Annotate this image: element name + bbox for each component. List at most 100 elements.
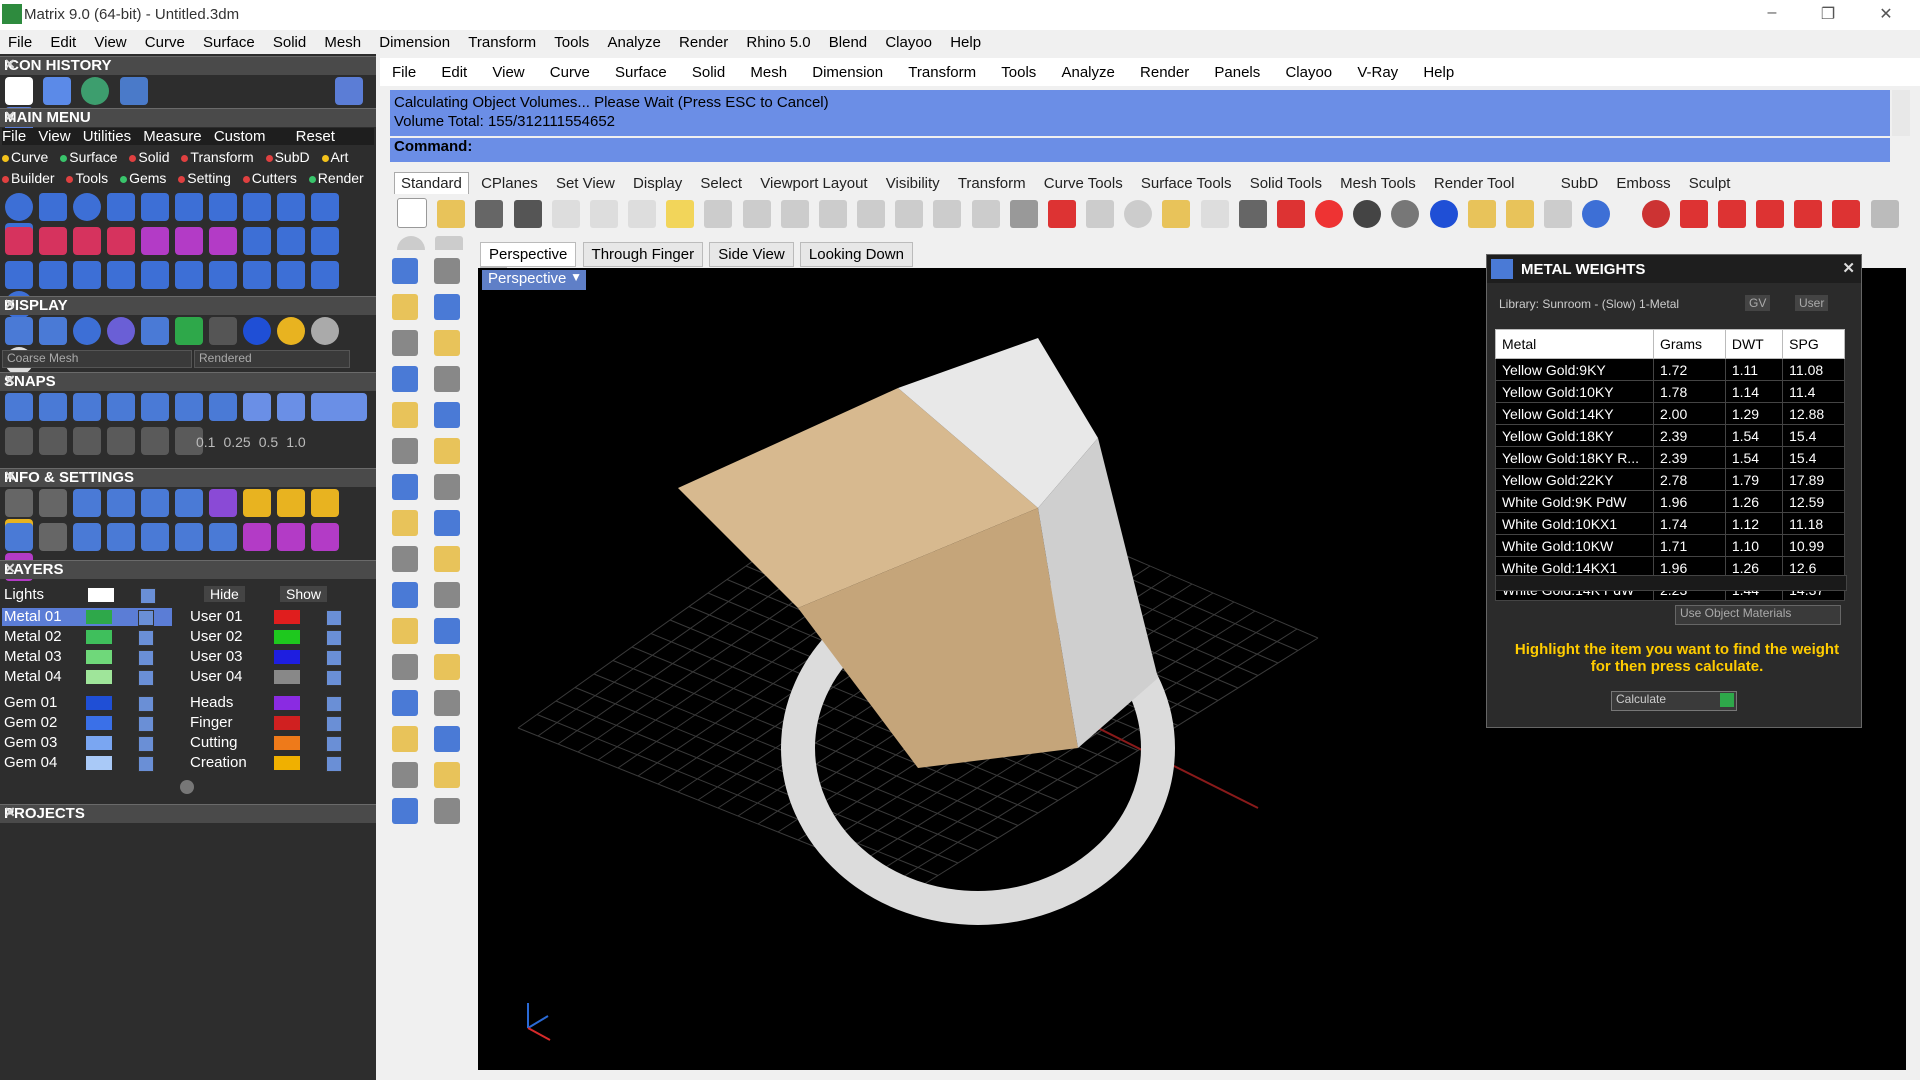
- table-row[interactable]: Yellow Gold:22KY 2.78 1.79 17.89: [1495, 468, 1845, 491]
- printer-icon[interactable]: [73, 489, 101, 517]
- flow-icon[interactable]: [209, 261, 237, 289]
- cage-icon[interactable]: [243, 261, 271, 289]
- subd-sphere-icon[interactable]: [1641, 200, 1670, 228]
- layer-visibility-icon[interactable]: [138, 716, 154, 732]
- layer-color-swatch[interactable]: [86, 630, 112, 644]
- mm-gems[interactable]: Gems: [120, 170, 166, 186]
- layer-visibility-icon[interactable]: [138, 736, 154, 752]
- mm-file[interactable]: File: [2, 128, 26, 145]
- move-view-icon[interactable]: [780, 200, 809, 228]
- mm-subd[interactable]: SubD: [265, 149, 310, 165]
- control-point-icon[interactable]: [434, 294, 460, 320]
- hide-button[interactable]: Hide: [204, 586, 245, 602]
- tab-emboss[interactable]: Emboss: [1610, 173, 1676, 194]
- move-icon[interactable]: [141, 261, 169, 289]
- menu-file[interactable]: File: [8, 30, 32, 51]
- open-icon[interactable]: [437, 200, 466, 228]
- curve-tool-icon[interactable]: [39, 193, 67, 221]
- layer-row[interactable]: Heads: [190, 694, 370, 712]
- snap-cen-icon[interactable]: [141, 393, 169, 421]
- layer-visibility-icon[interactable]: [138, 696, 154, 712]
- matrix-icon[interactable]: [43, 77, 72, 105]
- rectangle-icon[interactable]: [434, 330, 460, 356]
- layer-row[interactable]: Metal 03: [2, 648, 172, 666]
- tab-visibility[interactable]: Visibility: [880, 173, 946, 194]
- grid-snap-icon[interactable]: [1086, 200, 1115, 228]
- snap-end-icon[interactable]: [5, 393, 33, 421]
- edit-icon[interactable]: [175, 489, 203, 517]
- menu-mesh[interactable]: Mesh: [324, 30, 361, 51]
- menu-clayoo[interactable]: Clayoo: [885, 30, 932, 51]
- layer-color-swatch[interactable]: [274, 696, 300, 710]
- viewport-label[interactable]: Perspective ▼: [482, 270, 586, 290]
- layer-color-swatch[interactable]: [274, 670, 300, 684]
- tab-transform[interactable]: Transform: [952, 173, 1032, 194]
- twist-icon[interactable]: [73, 261, 101, 289]
- close-icon[interactable]: ✕: [1842, 259, 1855, 277]
- car-icon[interactable]: [1047, 200, 1076, 228]
- close-icon[interactable]: ✕: [1866, 4, 1906, 26]
- select-arrow-icon[interactable]: [392, 258, 418, 284]
- layer-row[interactable]: User 02: [190, 628, 370, 646]
- new-icon[interactable]: [397, 198, 427, 228]
- stretch-icon[interactable]: [175, 261, 203, 289]
- layer-visibility-icon[interactable]: [326, 736, 342, 752]
- menu-dimension[interactable]: Dimension: [379, 30, 450, 51]
- export-icon[interactable]: [311, 489, 339, 517]
- zoom-extents-icon[interactable]: [895, 200, 924, 228]
- layer-row[interactable]: User 01: [190, 608, 370, 626]
- viewport-tab-side-view[interactable]: Side View: [709, 242, 794, 267]
- menu-transform[interactable]: Transform: [468, 30, 536, 51]
- circle-icon[interactable]: [392, 330, 418, 356]
- column-header-spg[interactable]: SPG: [1782, 329, 1845, 359]
- tab-select[interactable]: Select: [694, 173, 748, 194]
- shaded-sphere-icon[interactable]: [1391, 200, 1420, 228]
- checkmark-icon[interactable]: [434, 762, 460, 788]
- extrude-icon[interactable]: [434, 474, 460, 500]
- scale-icon[interactable]: [107, 261, 135, 289]
- mm-reset[interactable]: Reset: [296, 128, 335, 145]
- layer-visibility-icon[interactable]: [138, 670, 154, 686]
- layer-row[interactable]: Metal 02: [2, 628, 172, 646]
- paste-icon[interactable]: [666, 200, 695, 228]
- layer-color-swatch[interactable]: [274, 756, 300, 770]
- smarttrack-icon[interactable]: [107, 427, 135, 455]
- color-wheel-icon[interactable]: [1315, 200, 1344, 228]
- curve-drag-icon[interactable]: [392, 618, 418, 644]
- layer-color-swatch[interactable]: [274, 736, 300, 750]
- check-icon[interactable]: [243, 227, 271, 255]
- tab-cplanes[interactable]: CPlanes: [475, 173, 544, 194]
- menu-analyze[interactable]: Analyze: [607, 30, 660, 51]
- user-toggle[interactable]: User: [1795, 295, 1829, 311]
- wireframe-icon[interactable]: [5, 317, 33, 345]
- table-row[interactable]: White Gold:9K PdW 1.96 1.26 12.59: [1495, 490, 1845, 513]
- shaded-icon[interactable]: [39, 317, 67, 345]
- rhino-menu-render[interactable]: Render: [1140, 64, 1189, 81]
- cube-icon[interactable]: [73, 523, 101, 551]
- tab-surface-tools[interactable]: Surface Tools: [1135, 173, 1238, 194]
- subd-bend-icon[interactable]: [1794, 200, 1823, 228]
- print-icon[interactable]: [513, 200, 542, 228]
- folder-icon[interactable]: [119, 77, 148, 105]
- scale-icon[interactable]: [434, 654, 460, 680]
- mm-setting[interactable]: Setting: [178, 170, 231, 186]
- snap-point-icon[interactable]: [73, 393, 101, 421]
- ring-tool-icon[interactable]: [73, 193, 101, 221]
- rhino-menu-transform[interactable]: Transform: [908, 64, 976, 81]
- layer-color-swatch[interactable]: [86, 650, 112, 664]
- drag-icon[interactable]: [5, 261, 33, 289]
- layer-row[interactable]: Metal 01: [2, 608, 172, 626]
- gumball-icon[interactable]: [141, 427, 169, 455]
- shell-icon[interactable]: [311, 227, 339, 255]
- globe-icon[interactable]: [81, 77, 110, 105]
- layer-visibility-icon[interactable]: [138, 610, 154, 626]
- layer-visibility-icon[interactable]: [326, 716, 342, 732]
- rhino-menu-surface[interactable]: Surface: [615, 64, 667, 81]
- tab-mesh-tools[interactable]: Mesh Tools: [1334, 173, 1422, 194]
- use-object-materials-select[interactable]: Use Object Materials: [1675, 605, 1841, 625]
- rhino-menu-edit[interactable]: Edit: [441, 64, 467, 81]
- chevron-down-icon[interactable]: ▼: [570, 270, 582, 284]
- layer-visibility-icon[interactable]: [326, 650, 342, 666]
- table-row[interactable]: White Gold:10KW 1.71 1.10 10.99: [1495, 534, 1845, 557]
- menu-view[interactable]: View: [94, 30, 126, 51]
